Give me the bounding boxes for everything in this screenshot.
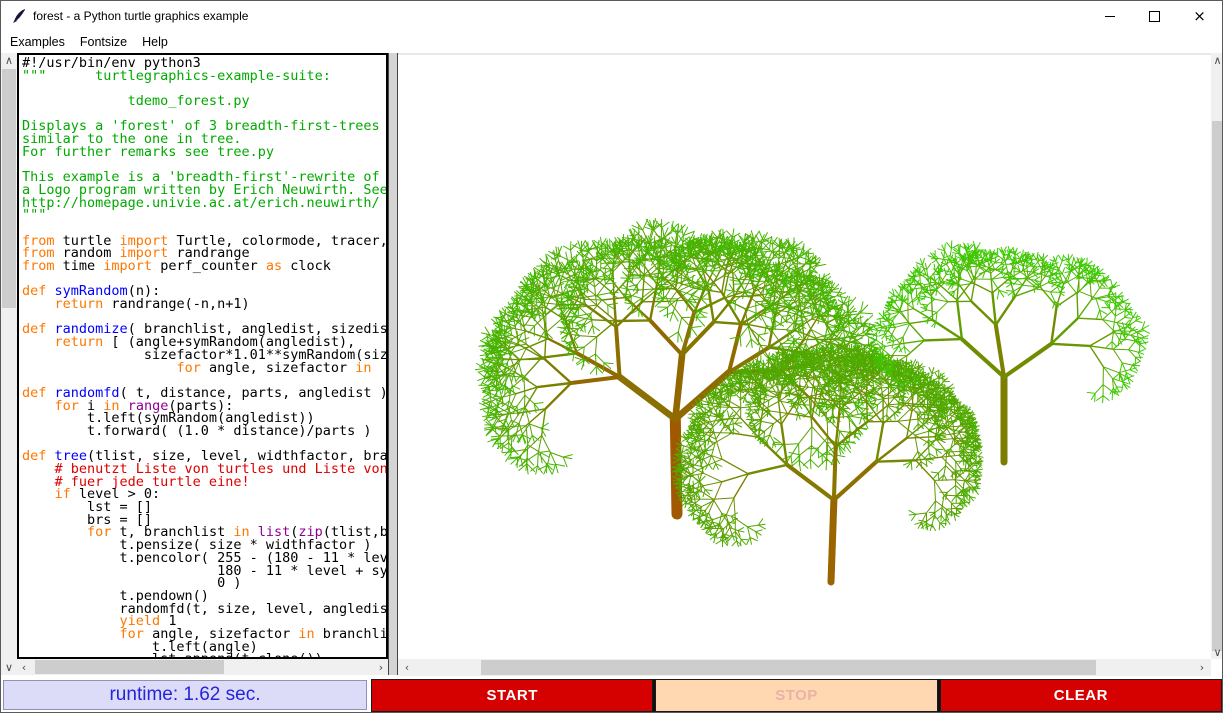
app-window: forest - a Python turtle graphics exampl… [0, 0, 1223, 713]
code-line: For further remarks see tree.py [22, 146, 386, 159]
code-line: """ turtlegraphics-example-suite: [22, 70, 386, 83]
close-icon: × [1193, 9, 1206, 24]
scroll-down-arrow-icon[interactable]: ∨ [1211, 645, 1223, 659]
canvas-horizontal-scrollbar[interactable]: ‹ › [398, 659, 1211, 676]
menu-fontsize[interactable]: Fontsize [79, 33, 128, 51]
pane-divider-sash[interactable] [388, 53, 398, 675]
button-row: START STOP CLEAR [371, 679, 1222, 712]
bottom-bar: runtime: 1.62 sec. START STOP CLEAR [1, 677, 1222, 713]
stop-button[interactable]: STOP [655, 679, 937, 712]
scroll-right-arrow-icon[interactable]: › [374, 659, 388, 675]
minimize-button[interactable] [1087, 1, 1132, 31]
scroll-left-arrow-icon[interactable]: ‹ [400, 659, 414, 676]
turtle-drawing [398, 55, 1211, 659]
code-vertical-scrollbar[interactable]: ∧ ∨ [1, 53, 17, 675]
scroll-left-arrow-icon[interactable]: ‹ [17, 659, 31, 675]
code-line: http://homepage.univie.ac.at/erich.neuwi… [22, 197, 386, 210]
code-line: tdemo_forest.py [22, 95, 386, 108]
scroll-right-arrow-icon[interactable]: › [1195, 659, 1209, 676]
code-vscroll-thumb[interactable] [2, 69, 16, 308]
scroll-up-arrow-icon[interactable]: ∧ [1, 53, 17, 68]
scroll-up-arrow-icon[interactable]: ∧ [1211, 53, 1223, 67]
code-text-area[interactable]: #!/usr/bin/env python3""" turtlegraphics… [17, 53, 388, 659]
canvas-vscroll-thumb[interactable] [1212, 121, 1223, 651]
scroll-down-arrow-icon[interactable]: ∨ [1, 660, 17, 675]
window-title: forest - a Python turtle graphics exampl… [33, 9, 248, 23]
code-line: for angle, sizefactor in [22, 362, 386, 375]
code-line: t.forward( (1.0 * distance)/parts ) [22, 425, 386, 438]
code-line: return randrange(-n,n+1) [22, 298, 386, 311]
start-button[interactable]: START [371, 679, 653, 712]
close-button[interactable]: × [1177, 1, 1222, 31]
menu-bar: Examples Fontsize Help [1, 31, 1222, 53]
menu-examples[interactable]: Examples [9, 33, 66, 51]
clear-button[interactable]: CLEAR [940, 679, 1222, 712]
quill-icon [11, 8, 27, 24]
code-hscroll-thumb[interactable] [35, 660, 224, 674]
code-line: """ [22, 209, 386, 222]
minimize-icon [1105, 16, 1115, 17]
maximize-icon [1149, 11, 1160, 22]
code-line: from time import perf_counter as clock [22, 260, 386, 273]
maximize-button[interactable] [1132, 1, 1177, 31]
turtle-canvas [398, 53, 1211, 659]
menu-help[interactable]: Help [141, 33, 169, 51]
code-horizontal-scrollbar[interactable]: ‹ › [17, 659, 388, 675]
canvas-hscroll-thumb[interactable] [481, 660, 1096, 675]
title-bar[interactable]: forest - a Python turtle graphics exampl… [1, 1, 1222, 31]
runtime-label: runtime: 1.62 sec. [3, 680, 367, 710]
canvas-vertical-scrollbar[interactable]: ∧ ∨ [1211, 53, 1223, 659]
